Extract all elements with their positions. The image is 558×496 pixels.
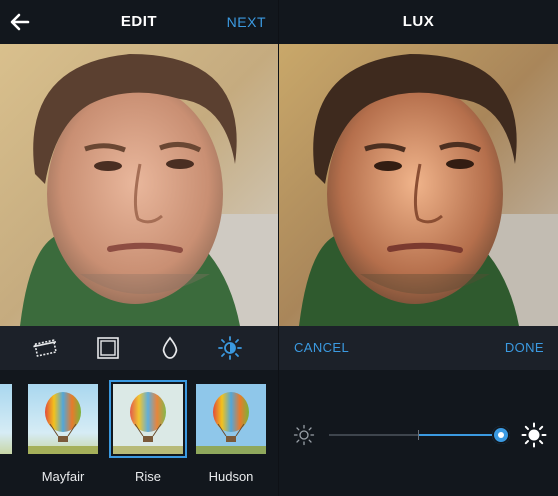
filter-thumb-partial[interactable] — [0, 384, 12, 454]
edit-photo — [0, 44, 278, 326]
filter-label-mayfair: Mayfair — [41, 469, 85, 484]
filter-strip: Mayfair Rise Hudson — [0, 370, 278, 496]
filter-thumb-mayfair[interactable] — [28, 384, 98, 454]
lux-slider-center-tick — [418, 430, 419, 440]
lux-screen: LUX CANCEL DONE — [279, 0, 558, 496]
done-button[interactable]: DONE — [505, 326, 544, 370]
cancel-button[interactable]: CANCEL — [294, 326, 349, 370]
filter-label-rise: Rise — [134, 469, 161, 484]
edit-top-bar: EDIT NEXT — [0, 0, 278, 44]
filter-label-hudson: Hudson — [208, 469, 254, 484]
lux-title: LUX — [402, 13, 435, 30]
lux-action-bar: CANCEL DONE — [279, 326, 558, 370]
next-button[interactable]: NEXT — [227, 0, 266, 44]
sun-bright-icon — [521, 422, 547, 448]
lux-slider-fill — [418, 434, 501, 436]
lux-slider-area — [279, 370, 558, 496]
lux-photo — [279, 44, 558, 326]
filter-thumb-hudson[interactable] — [196, 384, 266, 454]
frame-icon[interactable] — [95, 336, 121, 360]
drop-icon[interactable] — [157, 336, 183, 360]
sun-icon[interactable] — [217, 336, 243, 360]
edit-tools-bar — [0, 326, 278, 370]
crop-icon[interactable] — [33, 336, 59, 360]
sun-dim-icon — [293, 424, 315, 446]
lux-top-bar: LUX — [279, 0, 558, 44]
edit-screen: EDIT NEXT Mayfair Rise Hudson — [0, 0, 278, 496]
lux-slider-thumb[interactable] — [492, 426, 510, 444]
filter-thumb-rise[interactable] — [109, 380, 187, 458]
